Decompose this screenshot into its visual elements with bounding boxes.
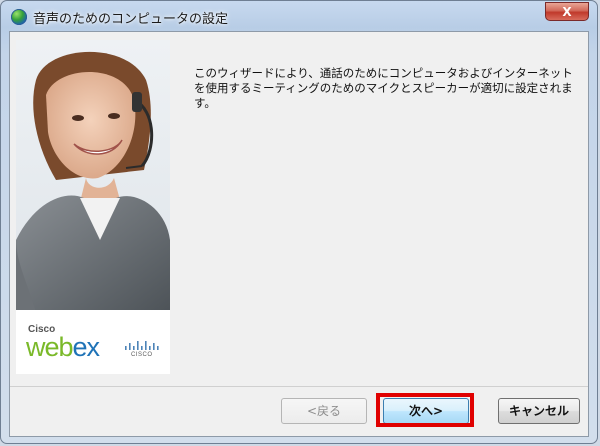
window-title: 音声のためのコンピュータの設定 bbox=[33, 12, 229, 27]
wizard-body: Cisco webex CISCO このウィザードにより、通話のためにコンピュー… bbox=[9, 31, 589, 437]
app-globe-icon bbox=[11, 9, 27, 25]
footer-divider bbox=[10, 386, 588, 387]
webex-logo-prefix: web bbox=[26, 332, 74, 362]
cisco-bars-icon bbox=[125, 341, 159, 350]
logo-area: Cisco webex CISCO bbox=[16, 310, 170, 374]
wizard-description: このウィザードにより、通話のためにコンピュータおよびインターネットを使用するミー… bbox=[194, 66, 573, 110]
webex-logo-suffix: ex bbox=[72, 332, 101, 362]
cisco-company-text: CISCO bbox=[131, 352, 153, 358]
cancel-button[interactable]: キャンセル bbox=[498, 398, 580, 424]
close-button[interactable]: X bbox=[545, 2, 589, 21]
next-button-highlight bbox=[376, 393, 474, 427]
title-bar[interactable]: 音声のためのコンピュータの設定 X bbox=[1, 1, 597, 31]
setup-wizard-window: 音声のためのコンピュータの設定 X Cisco webex CISCO このウィ… bbox=[0, 0, 598, 444]
cisco-logo: CISCO bbox=[124, 340, 162, 362]
side-panel: Cisco webex CISCO bbox=[16, 40, 170, 374]
back-button[interactable]: <戻る bbox=[281, 398, 367, 424]
headset-person-photo bbox=[16, 40, 170, 312]
webex-logo: webex bbox=[26, 332, 101, 363]
